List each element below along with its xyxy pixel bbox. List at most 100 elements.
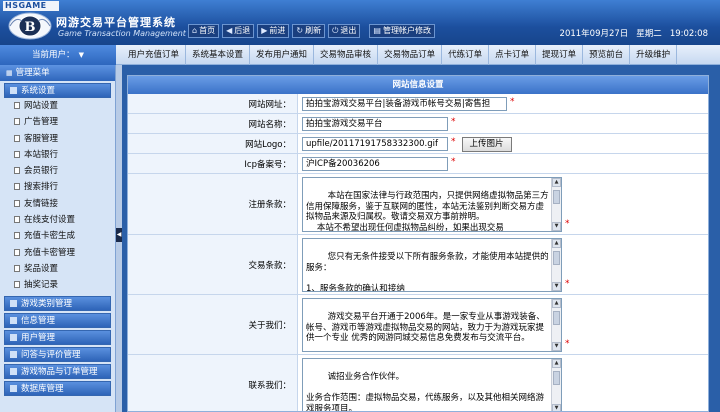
site-name-input[interactable]: 拍拍宝游戏交易平台 xyxy=(302,117,448,131)
label-about-us: 关于我们： xyxy=(128,295,298,354)
sidebar-item-search-rank[interactable]: 搜索排行 xyxy=(4,179,111,195)
datetime: 2011年09月27日 星期二 19:02:08 xyxy=(560,27,708,39)
tab-leveling-orders[interactable]: 代练订单 xyxy=(442,45,490,65)
refresh-button[interactable]: ↻ 刷新 xyxy=(292,24,326,38)
home-icon: ⌂ xyxy=(192,26,198,35)
textarea-scrollbar[interactable]: ▲ ▼ xyxy=(551,239,561,291)
label-register-terms: 注册条款： xyxy=(128,174,298,234)
logout-button[interactable]: ⏻ 退出 xyxy=(328,24,361,38)
page-icon xyxy=(14,183,20,191)
required-mark: * xyxy=(565,219,570,229)
page-icon xyxy=(14,248,20,256)
label-contact-us: 联系我们： xyxy=(128,355,298,411)
sidebar-section-qa[interactable]: 问答与评价管理 xyxy=(4,346,111,362)
back-button[interactable]: ◀ 后退 xyxy=(222,24,255,38)
required-mark: * xyxy=(510,97,515,107)
sidebar-item-ads[interactable]: 广告管理 xyxy=(4,114,111,130)
upload-image-button[interactable]: 上传图片 xyxy=(461,137,512,152)
tab-upgrade-maintenance[interactable]: 升级维护 xyxy=(630,45,678,65)
sidebar-section-system[interactable]: 系统设置 xyxy=(4,83,111,98)
sidebar-item-lottery-log[interactable]: 抽奖记录 xyxy=(4,277,111,293)
folder-icon xyxy=(10,350,17,358)
label-site-logo: 网站Logo： xyxy=(128,134,298,153)
menu-icon: ▦ xyxy=(6,69,13,77)
site-logo-input[interactable]: upfile/20117191758332300.gif xyxy=(302,137,448,151)
textarea-scrollbar[interactable]: ▲ ▼ xyxy=(551,359,561,411)
register-terms-textarea[interactable]: 本站在国家法律与行政范围内，只提供网络虚拟物品第三方信用保障服务，鉴于互联网的匿… xyxy=(302,177,562,232)
tab-item-orders[interactable]: 交易物品订单 xyxy=(378,45,443,65)
required-mark: * xyxy=(451,157,456,167)
icp-input[interactable]: 沪ICP备20036206 xyxy=(302,157,448,171)
tab-user-notice[interactable]: 发布用户通知 xyxy=(250,45,315,65)
textarea-scrollbar[interactable]: ▲ ▼ xyxy=(551,178,561,231)
about-us-textarea[interactable]: 游戏交易平台开通于2006年。是一家专业从事游戏装备、帐号、游戏币等游戏虚拟物品… xyxy=(302,298,562,352)
sidebar-item-card-manage[interactable]: 充值卡密管理 xyxy=(4,245,111,261)
folder-icon xyxy=(10,316,17,324)
page-icon xyxy=(14,232,20,240)
quick-tabs: 用户充值订单 系统基本设置 发布用户通知 交易物品审核 交易物品订单 代练订单 … xyxy=(122,45,678,65)
sidebar-item-payment[interactable]: 在线支付设置 xyxy=(4,212,111,228)
folder-icon xyxy=(10,367,17,375)
site-url-input[interactable]: 拍拍宝游戏交易平台|装备游戏币帐号交易|寄售担 xyxy=(302,97,507,111)
main-panel: 网站信息设置 网站网址： 拍拍宝游戏交易平台|装备游戏币帐号交易|寄售担 * 网… xyxy=(127,75,709,412)
current-user: 当前用户： ▼ xyxy=(0,45,116,65)
sidebar: ▦ 管理菜单 系统设置 网站设置 广告管理 客服管理 本站银行 会员银行 搜索排行… xyxy=(0,65,116,412)
sidebar-item-site-bank[interactable]: 本站银行 xyxy=(4,147,111,163)
required-mark: * xyxy=(565,279,570,289)
time-text: 19:02:08 xyxy=(669,29,708,39)
row-icp: Icp备案号： 沪ICP备20036206 * xyxy=(128,154,708,174)
tab-recharge-orders[interactable]: 用户充值订单 xyxy=(122,45,187,65)
logout-icon: ⏻ xyxy=(332,26,339,35)
tab-bar: 当前用户： ▼ 用户充值订单 系统基本设置 发布用户通知 交易物品审核 交易物品订… xyxy=(0,45,720,65)
forward-button[interactable]: ▶ 前进 xyxy=(257,24,290,38)
sidebar-item-links[interactable]: 友情链接 xyxy=(4,196,111,212)
collapse-sidebar-icon[interactable]: ◀ xyxy=(116,228,122,242)
tab-preview-frontend[interactable]: 预览前台 xyxy=(583,45,631,65)
label-site-url: 网站网址： xyxy=(128,94,298,113)
trade-terms-textarea[interactable]: 您只有无条件接受以下所有服务条款，才能使用本站提供的服务： 1、服务条款的确认和… xyxy=(302,238,562,292)
folder-icon xyxy=(10,384,17,392)
sidebar-section-game-category[interactable]: 游戏类别管理 xyxy=(4,295,111,311)
folder-icon xyxy=(10,87,17,94)
page-icon xyxy=(14,134,20,142)
row-about-us: 关于我们： 游戏交易平台开通于2006年。是一家专业从事游戏装备、帐号、游戏币等… xyxy=(128,295,708,355)
sidebar-item-site-settings[interactable]: 网站设置 xyxy=(4,98,111,114)
page-icon xyxy=(14,216,20,224)
label-icp: Icp备案号： xyxy=(128,154,298,173)
menu-title: ▦ 管理菜单 xyxy=(0,65,115,81)
system-submenu: 网站设置 广告管理 客服管理 本站银行 会员银行 搜索排行 友情链接 在线支付设… xyxy=(4,98,111,294)
row-contact-us: 联系我们： 诚招业务合作伙伴。 业务合作范围：虚拟物品交易，代练服务，以及其他相… xyxy=(128,355,708,411)
header-banner: HSGAME B 网游交易平台管理系统 Game Transaction Man… xyxy=(0,0,720,45)
account-icon: ▤ xyxy=(373,26,381,35)
page-icon xyxy=(14,102,20,109)
svg-text:B: B xyxy=(25,20,36,35)
account-settings-button[interactable]: ▤ 管理帐户修改 xyxy=(369,24,435,38)
sidebar-section-database[interactable]: 数据库管理 xyxy=(4,380,111,396)
home-button[interactable]: ⌂ 首页 xyxy=(188,24,220,38)
sidebar-item-prizes[interactable]: 奖品设置 xyxy=(4,261,111,277)
sidebar-item-member-bank[interactable]: 会员银行 xyxy=(4,163,111,179)
page-icon xyxy=(14,118,20,126)
sidebar-item-card-generate[interactable]: 充值卡密生成 xyxy=(4,228,111,244)
row-site-logo: 网站Logo： upfile/20117191758332300.gif * 上… xyxy=(128,134,708,154)
sidebar-section-info[interactable]: 信息管理 xyxy=(4,312,111,328)
textarea-scrollbar[interactable]: ▲ ▼ xyxy=(551,299,561,351)
tab-item-review[interactable]: 交易物品审核 xyxy=(314,45,379,65)
row-register-terms: 注册条款： 本站在国家法律与行政范围内，只提供网络虚拟物品第三方信用保障服务，鉴… xyxy=(128,174,708,235)
tab-basic-settings[interactable]: 系统基本设置 xyxy=(186,45,251,65)
sidebar-section-users[interactable]: 用户管理 xyxy=(4,329,111,345)
required-mark: * xyxy=(451,117,456,127)
tab-card-orders[interactable]: 点卡订单 xyxy=(489,45,537,65)
page-icon xyxy=(14,264,20,272)
required-mark: * xyxy=(451,137,456,147)
sidebar-section-items-orders[interactable]: 游戏物品与订单管理 xyxy=(4,363,111,379)
sidebar-item-support[interactable]: 客服管理 xyxy=(4,131,111,147)
tab-withdraw-orders[interactable]: 提现订单 xyxy=(536,45,584,65)
weekday-text: 星期二 xyxy=(636,29,662,39)
date-text: 2011年09月27日 xyxy=(559,29,629,39)
contact-us-textarea[interactable]: 诚招业务合作伙伴。 业务合作范围：虚拟物品交易，代练服务，以及其他相关网络游戏服… xyxy=(302,358,562,411)
refresh-icon: ↻ xyxy=(296,26,304,35)
header-nav: ⌂ 首页 ◀ 后退 ▶ 前进 ↻ 刷新 ⏻ 退出 ▤ 管理帐户修改 xyxy=(188,24,435,38)
page-icon xyxy=(14,167,20,175)
logo-icon: B xyxy=(8,12,52,40)
